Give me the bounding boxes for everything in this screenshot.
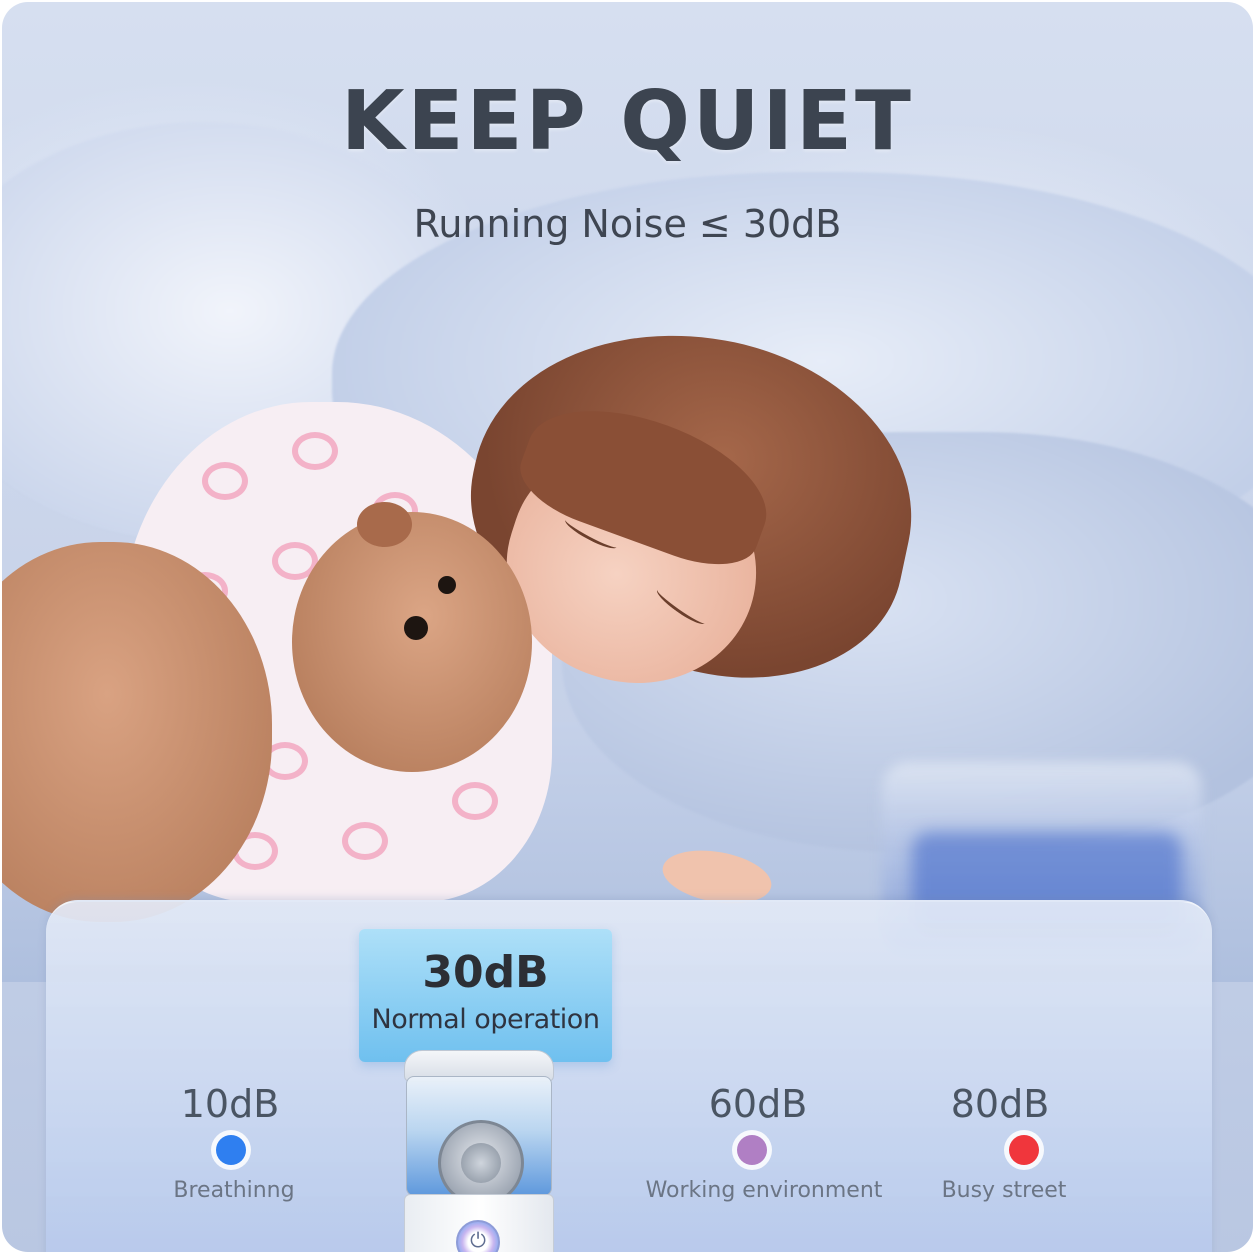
teddy-bear-eye xyxy=(438,576,456,594)
level-label-breathing: Breathinng xyxy=(173,1178,295,1203)
level-label-busy-street: Busy street xyxy=(941,1178,1067,1203)
nebulizer-device: ⏻ xyxy=(404,1050,554,1252)
highlight-label: Normal operation xyxy=(371,1004,600,1035)
headline: KEEP QUIET xyxy=(341,74,914,169)
subheadline: Running Noise ≤ 30dB xyxy=(413,202,842,246)
highlight-value: 30dB xyxy=(422,947,549,998)
teddy-bear-ear xyxy=(357,502,412,547)
teddy-bear-head xyxy=(292,512,532,772)
level-value-60db: 60dB xyxy=(708,1082,808,1126)
level-value-80db: 80dB xyxy=(950,1082,1050,1126)
teddy-bear-eye xyxy=(404,616,428,640)
product-image: KEEP QUIET Running Noise ≤ 30dB 30dB Nor… xyxy=(2,2,1253,1252)
highlight-badge: 30dB Normal operation xyxy=(359,929,612,1062)
level-value-10db: 10dB xyxy=(180,1082,280,1126)
